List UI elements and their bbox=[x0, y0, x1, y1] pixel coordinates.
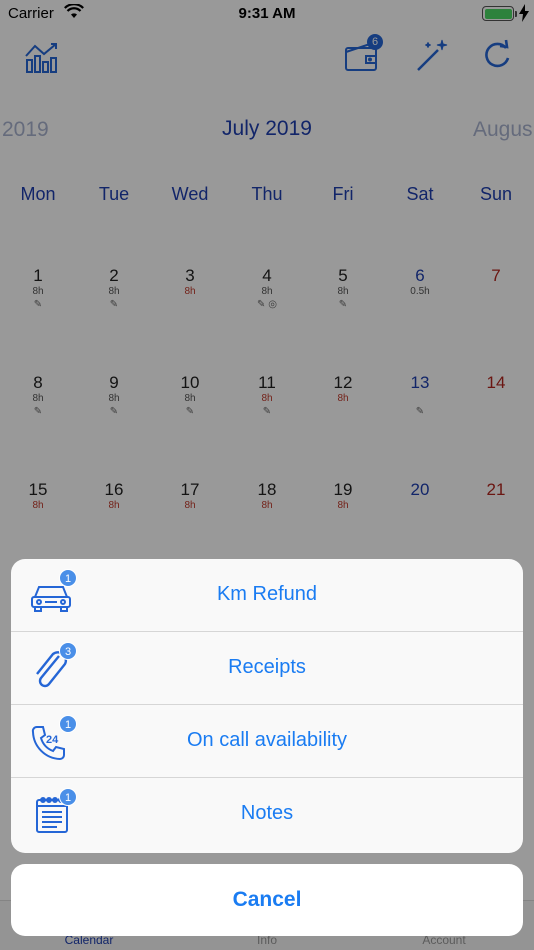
notes-label: Notes bbox=[240, 802, 294, 824]
receipts-label: Receipts bbox=[228, 656, 306, 678]
notes-option[interactable]: 1 Notes bbox=[11, 778, 523, 851]
km-refund-label: Km Refund bbox=[216, 583, 318, 605]
receipts-option[interactable]: 3 Receipts bbox=[11, 632, 523, 705]
on-call-availability-option[interactable]: 24 1 On call availability bbox=[11, 705, 523, 778]
action-sheet: 1 Km Refund 3 Receipts 24 1 On call avai… bbox=[11, 559, 523, 853]
cancel-button[interactable]: Cancel bbox=[11, 864, 523, 936]
on-call-label: On call availability bbox=[186, 729, 348, 751]
km-refund-option[interactable]: 1 Km Refund bbox=[11, 559, 523, 632]
